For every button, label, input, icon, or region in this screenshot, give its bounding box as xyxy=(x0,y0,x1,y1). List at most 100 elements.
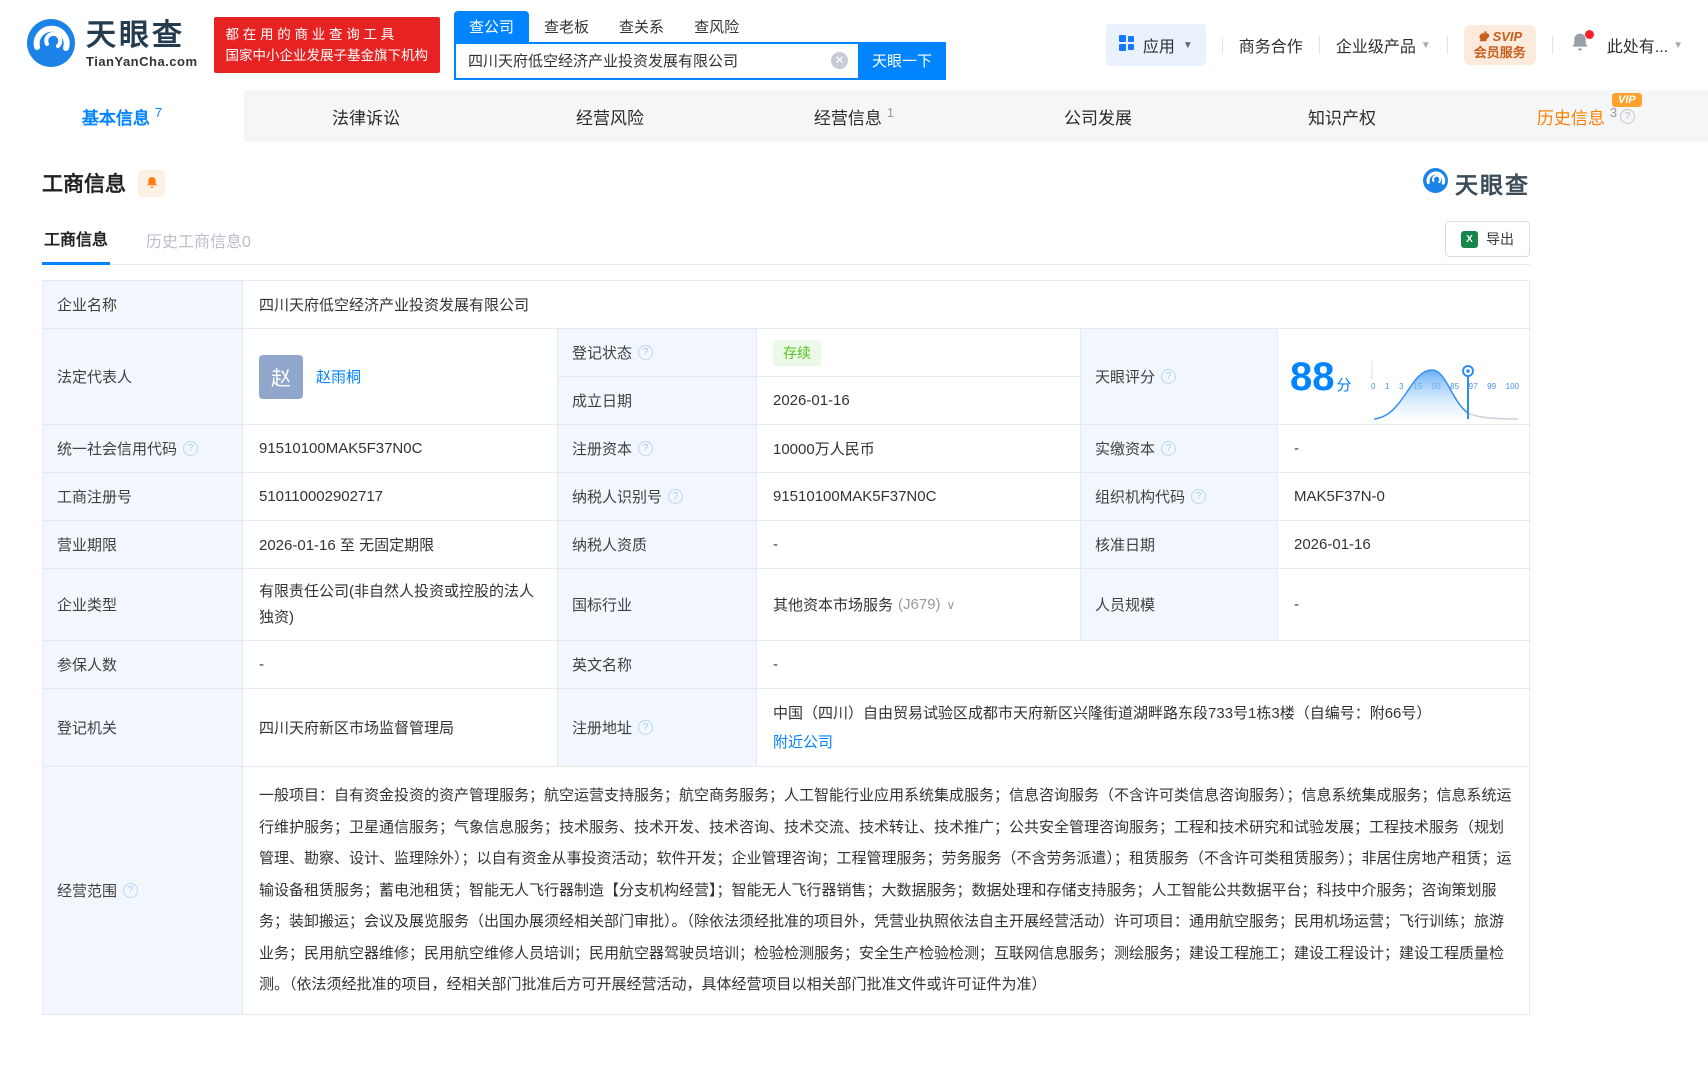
subscribe-bell-icon[interactable] xyxy=(138,169,165,197)
industry-code: (J679) xyxy=(898,596,941,613)
field-value-tianyan-score[interactable]: 88 分 0 1 3 85 97 99 100 xyxy=(1278,329,1531,425)
tab-count: 7 xyxy=(154,104,163,120)
svip-member-button[interactable]: ♚ SVIP 会员服务 xyxy=(1463,25,1536,65)
score-value: 88 xyxy=(1290,354,1335,399)
notifications-bell-icon[interactable] xyxy=(1569,29,1594,59)
user-account-menu[interactable]: 此处有... ▼ xyxy=(1607,33,1683,57)
tab-label: 公司发展 xyxy=(1064,108,1132,128)
field-label-insured-count: 参保人数 xyxy=(43,641,243,689)
field-label-company-name: 企业名称 xyxy=(43,281,243,329)
promo-line1: 都 在 用 的 商 业 查 询 工 具 xyxy=(225,27,395,42)
field-label-business-scope: 经营范围? xyxy=(43,767,243,1014)
field-label-english-name: 英文名称 xyxy=(558,641,757,689)
help-icon[interactable]: ? xyxy=(638,720,654,735)
search-tab-boss[interactable]: 查老板 xyxy=(529,11,604,42)
apps-grid-icon xyxy=(1118,34,1135,56)
menu-cooperation[interactable]: 商务合作 xyxy=(1239,33,1303,57)
field-label-legal-representative: 法定代表人 xyxy=(43,329,243,425)
tab-legal-proceedings[interactable]: 法律诉讼 xyxy=(244,90,488,142)
logo-title: 天眼查 xyxy=(86,19,185,52)
industry-name: 其他资本市场服务 xyxy=(773,597,894,614)
crown-icon: ♚ xyxy=(1477,29,1493,44)
tab-history-info[interactable]: VIP 历史信息 3 ? xyxy=(1464,90,1708,142)
status-badge: 存续 xyxy=(773,339,821,366)
field-value-legal-representative: 赵 赵雨桐 xyxy=(243,329,558,425)
help-icon[interactable]: ? xyxy=(1161,369,1177,384)
apps-menu[interactable]: 应用 ▼ xyxy=(1105,24,1206,66)
field-value-english-name: - xyxy=(757,641,1531,689)
excel-icon: X xyxy=(1461,230,1478,248)
tab-count: 3 xyxy=(1609,104,1618,120)
tab-operating-risk[interactable]: 经营风险 xyxy=(488,90,732,142)
export-label: 导出 xyxy=(1486,231,1514,247)
field-value-taxpayer-id: 91510100MAK5F37N0C xyxy=(757,473,1081,521)
help-icon[interactable]: ? xyxy=(1161,441,1177,456)
tianyancha-logo-icon xyxy=(25,17,77,74)
field-label-registration-authority: 登记机关 xyxy=(43,689,243,767)
tab-label: 经营风险 xyxy=(576,108,644,128)
help-icon[interactable]: ? xyxy=(638,441,654,456)
field-value-business-term: 2026-01-16 至 无固定期限 xyxy=(243,521,558,569)
tab-company-development[interactable]: 公司发展 xyxy=(976,90,1220,142)
divider xyxy=(1318,36,1320,54)
field-label-registration-status: 登记状态? xyxy=(558,329,757,377)
divider xyxy=(1446,36,1448,54)
clear-search-icon[interactable]: ✕ xyxy=(831,52,849,69)
tab-label: 法律诉讼 xyxy=(332,108,400,128)
tab-intellectual-property[interactable]: 知识产权 xyxy=(1220,90,1464,142)
nearby-companies-link[interactable]: 附近公司 xyxy=(773,728,833,757)
apps-label: 应用 xyxy=(1142,39,1175,56)
search-tab-risk[interactable]: 查风险 xyxy=(679,11,754,42)
help-icon[interactable]: ? xyxy=(1191,489,1207,504)
avatar[interactable]: 赵 xyxy=(259,354,303,399)
field-value-insured-count: - xyxy=(243,641,558,689)
field-value-registration-authority: 四川天府新区市场监督管理局 xyxy=(243,689,558,767)
help-icon[interactable]: ? xyxy=(183,441,199,456)
field-value-registration-status: 存续 xyxy=(757,329,1081,377)
chevron-down-icon: ▼ xyxy=(1420,39,1431,51)
tab-label: 历史信息 xyxy=(1536,108,1605,128)
search-input[interactable] xyxy=(456,52,832,69)
menu-enterprise-products[interactable]: 企业级产品 ▼ xyxy=(1336,33,1431,57)
tab-operating-info[interactable]: 经营信息 1 xyxy=(732,90,976,142)
subtab-business-info[interactable]: 工商信息 xyxy=(42,214,111,265)
field-value-credit-code: 91510100MAK5F37N0C xyxy=(243,425,558,473)
search-tab-relation[interactable]: 查关系 xyxy=(604,11,679,42)
promo-banner: 都 在 用 的 商 业 查 询 工 具 国家中小企业发展子基金旗下机构 xyxy=(213,17,441,73)
tab-label: 知识产权 xyxy=(1308,108,1376,128)
field-value-registration-number: 510110002902717 xyxy=(243,473,558,521)
search-tab-company[interactable]: 查公司 xyxy=(454,10,530,42)
help-icon[interactable]: ? xyxy=(668,489,684,504)
chevron-down-icon[interactable]: ∨ xyxy=(947,598,956,612)
field-value-registered-capital: 10000万人民币 xyxy=(757,425,1081,473)
field-value-national-industry[interactable]: 其他资本市场服务 (J679) ∨ xyxy=(757,569,1081,641)
field-value-company-type: 有限责任公司(非自然人投资或控股的法人独资) xyxy=(243,569,558,641)
help-icon[interactable]: ? xyxy=(1620,108,1636,124)
legal-person-link[interactable]: 赵雨桐 xyxy=(316,366,361,387)
subtab-history-business-info[interactable]: 历史工商信息0 xyxy=(144,216,253,264)
user-label: 此处有... xyxy=(1606,39,1669,56)
field-value-organization-code: MAK5F37N-0 xyxy=(1278,473,1531,521)
enterprise-label: 企业级产品 xyxy=(1335,39,1416,56)
field-value-approval-date: 2026-01-16 xyxy=(1278,521,1531,569)
field-label-tianyan-score: 天眼评分? xyxy=(1081,329,1278,425)
field-label-organization-code: 组织机构代码? xyxy=(1081,473,1278,521)
export-button[interactable]: X 导出 xyxy=(1445,221,1530,257)
field-label-registration-number: 工商注册号 xyxy=(43,473,243,521)
svip-sublabel: 会员服务 xyxy=(1473,45,1526,60)
tab-basic-info[interactable]: 基本信息 7 xyxy=(0,90,244,142)
chevron-down-icon: ▼ xyxy=(1182,39,1193,51)
business-info-table: 企业名称 四川天府低空经济产业投资发展有限公司 法定代表人 赵 赵雨桐 登记状态… xyxy=(42,280,1531,1015)
field-label-establishment-date: 成立日期 xyxy=(558,377,757,425)
field-value-company-name: 四川天府低空经济产业投资发展有限公司 xyxy=(243,281,1531,329)
chevron-down-icon: ▼ xyxy=(1673,39,1683,51)
search-button[interactable]: 天眼一下 xyxy=(858,41,947,80)
field-value-business-scope: 一般项目：自有资金投资的资产管理服务；航空运营支持服务；航空商务服务；人工智能行… xyxy=(259,787,1512,993)
tianyancha-logo[interactable]: 天眼查 TianYanCha.com xyxy=(25,17,198,74)
tab-label: 基本信息 xyxy=(81,108,150,128)
help-icon[interactable]: ? xyxy=(123,882,139,898)
watermark-text: 天眼查 xyxy=(1455,172,1530,198)
help-icon[interactable]: ? xyxy=(638,345,654,360)
field-label-credit-code: 统一社会信用代码? xyxy=(43,425,243,473)
field-label-approval-date: 核准日期 xyxy=(1081,521,1278,569)
